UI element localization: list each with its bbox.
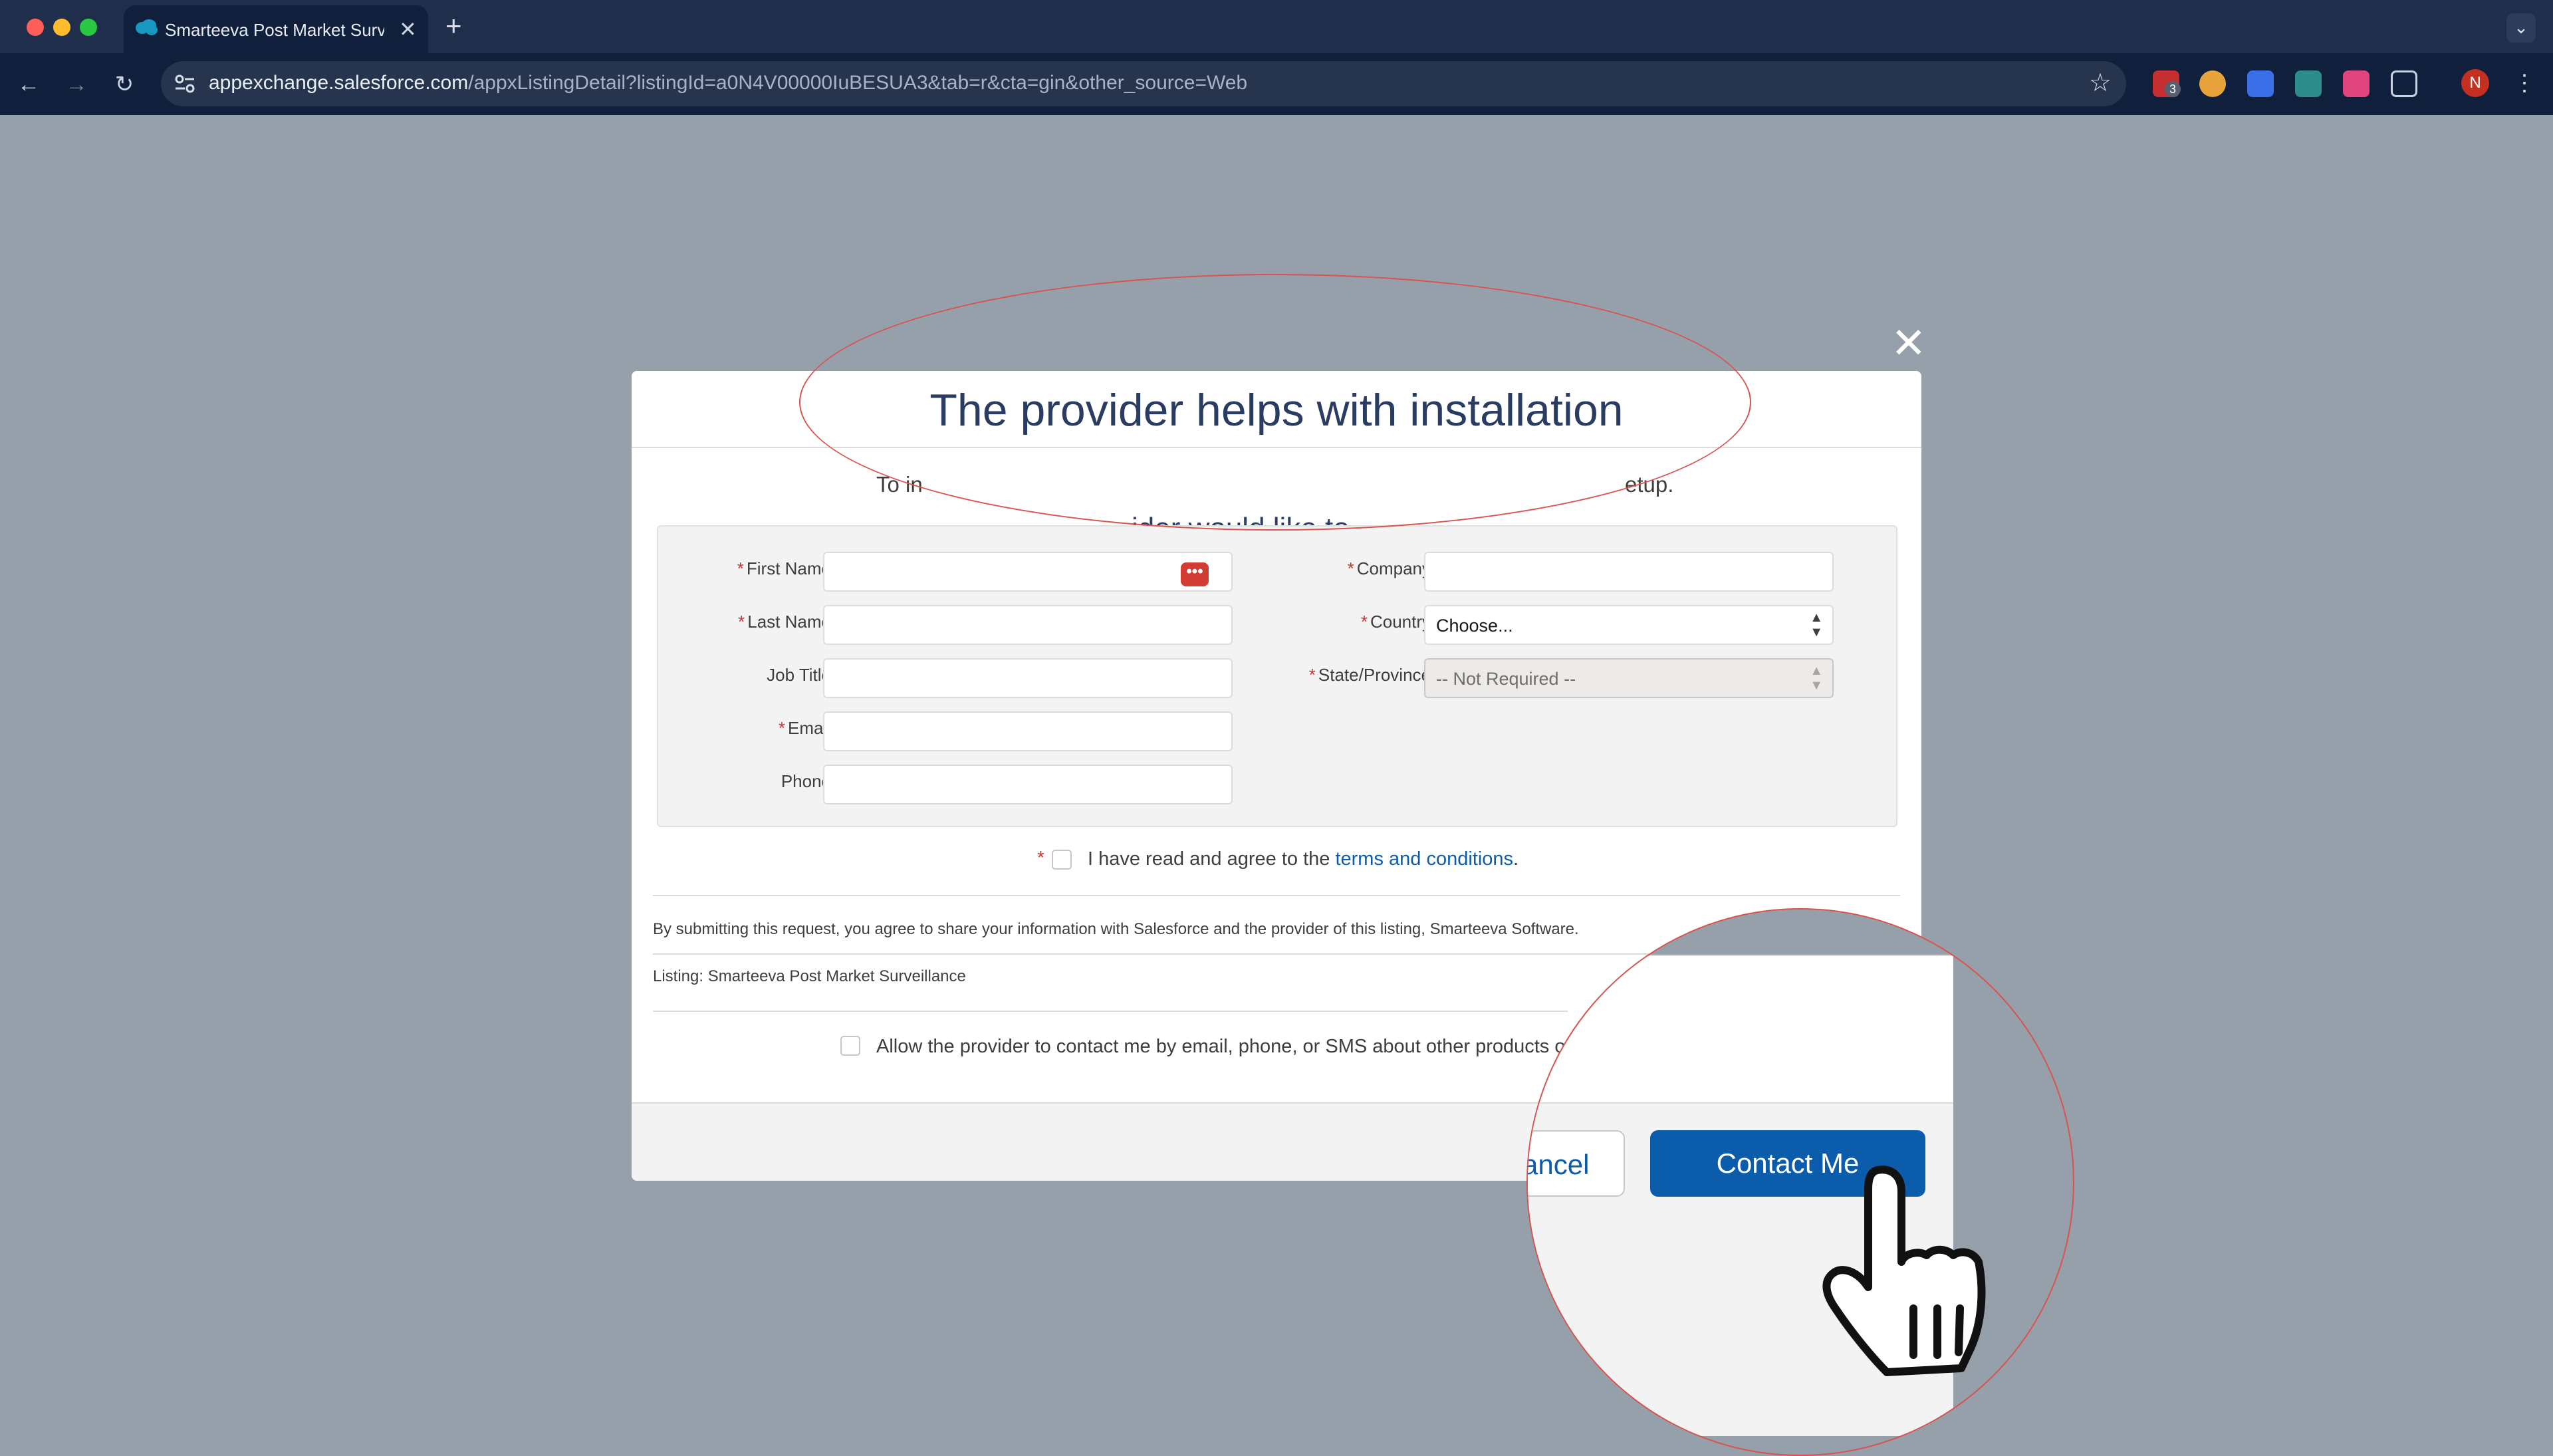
phone-field[interactable] [823, 765, 1233, 804]
first-name-label-text: First Name [746, 558, 831, 578]
active-tab[interactable]: Smarteeva Post Market Surveillance ✕ [124, 5, 428, 53]
terms-suffix: . [1513, 848, 1519, 870]
email-field[interactable] [823, 711, 1233, 751]
url-text: appexchange.salesforce.com/appxListingDe… [209, 72, 1247, 94]
first-name-label: * First Name [658, 558, 831, 579]
tab-strip: Smarteeva Post Market Surveillance ✕ + ⌄ [0, 0, 2553, 53]
new-tab-button[interactable]: + [445, 11, 462, 41]
site-info-icon[interactable] [172, 70, 198, 97]
last-name-label: * Last Name [658, 612, 831, 632]
terms-required-mark: * [1037, 847, 1044, 868]
phone-label: Phone [781, 771, 831, 791]
cancel-button-label: ancel [1526, 1149, 1590, 1180]
close-window-button[interactable] [27, 19, 44, 36]
terms-text: I have read and agree to the terms and c… [1088, 848, 1519, 870]
terms-link[interactable]: terms and conditions [1335, 848, 1513, 870]
address-bar[interactable]: appexchange.salesforce.com/appxListingDe… [161, 61, 2126, 106]
password-manager-fill-icon[interactable]: ••• [1181, 562, 1209, 586]
last-name-field[interactable] [823, 605, 1233, 645]
country-select-value: Choose... [1436, 616, 1513, 636]
job-title-field[interactable] [823, 658, 1233, 698]
state-select-value: -- Not Required -- [1436, 669, 1576, 689]
last-name-label-text: Last Name [747, 612, 831, 632]
state-label: * State/Province [1258, 665, 1431, 685]
reload-icon[interactable]: ↻ [108, 68, 141, 101]
back-icon[interactable]: ← [12, 68, 45, 101]
kebab-menu-icon[interactable]: ⋮ [2513, 68, 2536, 98]
country-label: * Country [1258, 612, 1431, 632]
required-mark: * [1347, 558, 1354, 578]
listing-text: Listing: Smarteeva Post Market Surveilla… [653, 967, 966, 985]
contact-form-panel: * First Name ••• * Last Name Job Title * Em… [657, 525, 1897, 827]
tab-search-button[interactable]: ⌄ [2506, 13, 2536, 43]
divider [653, 1011, 1568, 1012]
extension-badge: 3 [2165, 81, 2181, 97]
hand-pointer-icon [1822, 1165, 1986, 1376]
select-arrows-icon: ▲ ▼ [1810, 610, 1823, 640]
minimize-window-button[interactable] [53, 19, 70, 36]
tab-title: Smarteeva Post Market Surveillance [165, 20, 384, 40]
job-title-label: Job Title [767, 665, 831, 685]
consent-text: Allow the provider to contact me by emai… [876, 1036, 1604, 1057]
divider [653, 895, 1900, 896]
highlight-ellipse [799, 274, 1751, 531]
extension-icon-3[interactable] [2247, 70, 2274, 97]
required-mark: * [738, 612, 745, 632]
required-mark: * [737, 558, 744, 578]
lens-heading-fragment: e [1528, 996, 1544, 1029]
email-label: * Email [658, 718, 831, 739]
company-field[interactable] [1424, 552, 1834, 592]
lens-divider [1528, 955, 1953, 956]
extension-icon-2[interactable] [2199, 70, 2226, 97]
modal-footer [632, 1102, 1576, 1181]
required-mark: * [1308, 665, 1316, 685]
extension-icon-5[interactable] [2343, 70, 2370, 97]
bookmark-star-icon[interactable]: ☆ [2089, 68, 2112, 98]
terms-checkbox[interactable] [1052, 850, 1072, 870]
first-name-field[interactable]: ••• [823, 552, 1233, 592]
disclaimer-text: By submitting this request, you agree to… [653, 920, 1579, 938]
company-label: * Company [1258, 558, 1431, 579]
state-label-text: State/Province [1318, 665, 1431, 685]
company-label-text: Company [1356, 558, 1431, 578]
zoom-lens: e ancel Contact Me [1526, 908, 2074, 1456]
country-label-text: Country [1370, 612, 1431, 632]
country-select[interactable]: Choose... ▲ ▼ [1424, 605, 1834, 645]
extension-icon-4[interactable] [2295, 70, 2322, 97]
forward-icon[interactable]: → [60, 68, 93, 101]
browser-toolbar: ← → ↻ appexchange.salesforce.com/appxLis… [0, 53, 2553, 115]
url-path: /appxListingDetail?listingId=a0N4V00000I… [468, 72, 1248, 94]
required-mark: * [1360, 612, 1368, 632]
state-select: -- Not Required -- ▲ ▼ [1424, 658, 1834, 698]
required-mark: * [778, 718, 785, 738]
tab-close-icon[interactable]: ✕ [399, 17, 417, 41]
consent-checkbox[interactable] [840, 1036, 860, 1056]
extensions-icon[interactable] [2391, 70, 2417, 97]
cancel-button[interactable]: ancel [1526, 1130, 1625, 1197]
maximize-window-button[interactable] [80, 19, 97, 36]
salesforce-cloud-icon [136, 19, 158, 35]
profile-avatar[interactable]: N [2461, 69, 2489, 97]
terms-prefix: I have read and agree to the [1088, 848, 1336, 870]
modal-close-icon[interactable]: ✕ [1891, 322, 1927, 364]
browser-chrome: Smarteeva Post Market Surveillance ✕ + ⌄… [0, 0, 2553, 115]
password-manager-extension-icon[interactable]: 3 [2153, 70, 2181, 97]
select-arrows-icon: ▲ ▼ [1810, 664, 1823, 693]
url-host: appexchange.salesforce.com [209, 72, 469, 94]
